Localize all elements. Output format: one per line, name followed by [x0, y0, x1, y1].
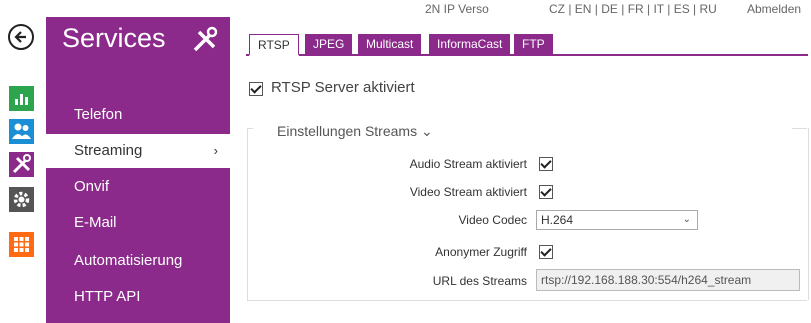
sidebar-item-label: Telefon [74, 106, 123, 123]
users-icon [12, 123, 31, 139]
anonymous-access-label: Anonymer Zugriff [435, 245, 527, 259]
sidebar-item-label: Streaming [74, 142, 143, 159]
tab-jpeg[interactable]: JPEG [305, 34, 353, 54]
stream-url-label: URL des Streams [432, 274, 527, 288]
rtsp-server-checkbox[interactable] [249, 82, 263, 96]
settings-nav-button[interactable] [9, 187, 34, 212]
rtsp-server-label: RTSP Server aktiviert [271, 79, 415, 96]
sidebar: Services Telefon Streaming › Onvif E-Mai… [46, 17, 232, 323]
tools-icon [9, 152, 34, 177]
audio-stream-label: Audio Stream aktiviert [409, 157, 527, 171]
sidebar-title: Services [62, 23, 166, 53]
chevron-right-icon: › [213, 143, 218, 158]
sidebar-item-automatisierung[interactable]: Automatisierung [46, 244, 230, 278]
tools-icon [190, 25, 220, 60]
video-codec-select[interactable]: H.264 ⌄ [536, 210, 698, 230]
sidebar-item-telefon[interactable]: Telefon [46, 98, 230, 132]
grid-icon [14, 237, 29, 252]
tab-informacast[interactable]: InformaCast [429, 34, 511, 54]
sidebar-item-onvif[interactable]: Onvif [46, 170, 230, 204]
directory-nav-button[interactable] [9, 119, 34, 144]
section-title[interactable]: Einstellungen Streams ⌄ [273, 123, 437, 140]
sidebar-item-label: E-Mail [74, 214, 117, 231]
video-codec-value: H.264 [541, 213, 574, 227]
bar-chart-icon [15, 94, 28, 105]
stream-url-field[interactable]: rtsp://192.168.188.30:554/h264_stream [536, 269, 800, 291]
video-stream-checkbox[interactable] [539, 185, 553, 199]
divider [247, 128, 253, 129]
sidebar-item-email[interactable]: E-Mail [46, 206, 230, 240]
tab-bar: RTSP JPEG Multicast InformaCast FTP [246, 34, 808, 56]
status-nav-button[interactable] [9, 86, 34, 111]
sidebar-item-streaming[interactable]: Streaming › [46, 134, 232, 168]
sidebar-item-label: Automatisierung [74, 252, 183, 269]
divider [247, 300, 807, 301]
chevron-down-icon: ⌄ [682, 214, 691, 225]
sidebar-item-label: HTTP API [74, 288, 141, 305]
sidebar-item-http-api[interactable]: HTTP API [46, 280, 230, 314]
logout-link[interactable]: Abmelden [747, 2, 801, 16]
tab-multicast[interactable]: Multicast [358, 34, 422, 54]
anonymous-access-checkbox[interactable] [539, 245, 553, 259]
audio-stream-checkbox[interactable] [539, 157, 553, 171]
arrow-left-icon [14, 31, 26, 43]
system-nav-button[interactable] [9, 232, 34, 257]
back-button[interactable] [8, 24, 34, 50]
video-codec-label: Video Codec [458, 213, 528, 227]
tab-rtsp[interactable]: RTSP [249, 34, 299, 56]
video-stream-label: Video Stream aktiviert [409, 185, 527, 199]
device-name: 2N IP Verso [425, 2, 489, 16]
sidebar-item-label: Onvif [74, 178, 110, 195]
language-selector[interactable]: CZ | EN | DE | FR | IT | ES | RU [549, 2, 717, 16]
services-nav-button[interactable] [9, 152, 34, 177]
gear-icon [13, 191, 30, 208]
divider [792, 128, 807, 129]
icon-rail [0, 0, 40, 323]
tab-ftp[interactable]: FTP [514, 34, 553, 54]
